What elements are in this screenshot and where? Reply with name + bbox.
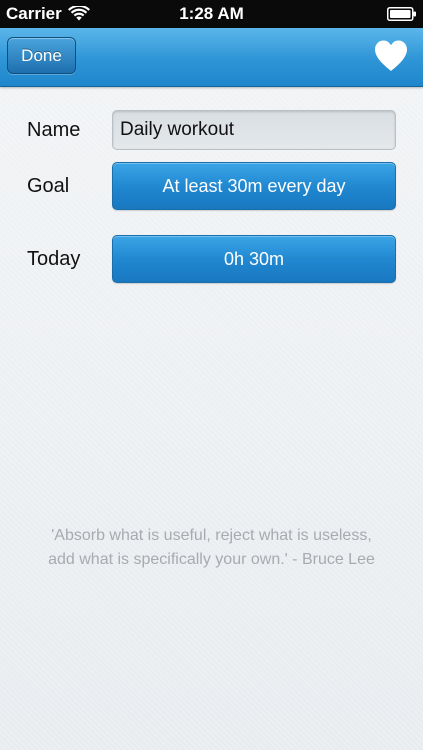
name-label: Name [27, 119, 81, 141]
quote: 'Absorb what is useful, reject what is u… [0, 524, 423, 572]
today-button[interactable]: 0h 30m [112, 235, 396, 283]
done-button[interactable]: Done [7, 37, 76, 74]
nav-bar: Done [0, 28, 423, 87]
battery-icon [387, 7, 416, 21]
heart-icon[interactable] [373, 39, 409, 73]
goal-button[interactable]: At least 30m every day [112, 162, 396, 210]
name-input[interactable] [112, 110, 396, 150]
status-time: 1:28 AM [179, 4, 244, 23]
quote-line: add what is specifically your own.' - Br… [48, 551, 375, 568]
today-label: Today [27, 248, 81, 270]
quote-line: 'Absorb what is useful, reject what is u… [51, 527, 372, 544]
status-bar: Carrier 1:28 AM [0, 0, 423, 28]
goal-label: Goal [27, 175, 70, 197]
screen: Carrier 1:28 AM Done Name Goal At least … [0, 0, 423, 750]
